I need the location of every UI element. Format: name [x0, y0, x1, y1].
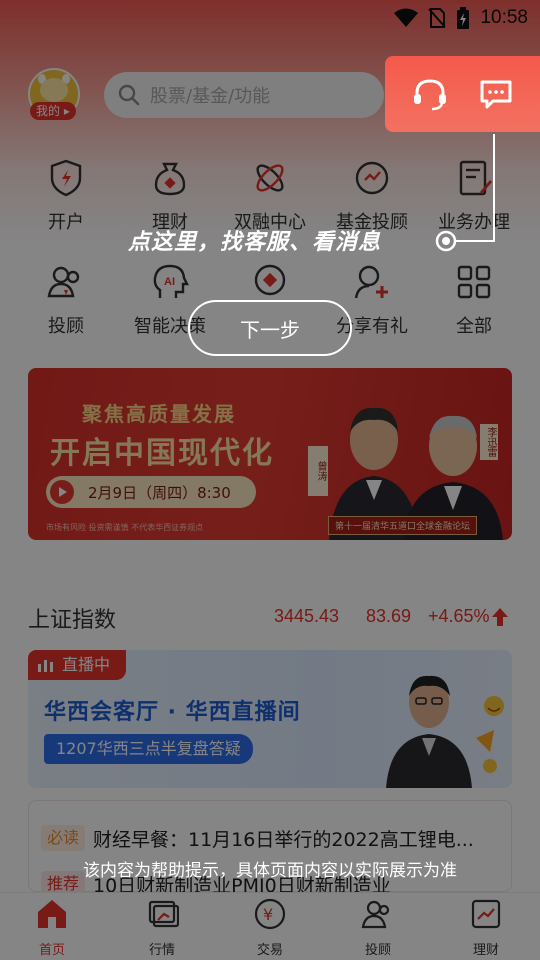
status-bar: 10:58	[0, 0, 540, 36]
grid-item-margin-center[interactable]: 双融中心	[220, 158, 320, 234]
guide-disclaimer: 该内容为帮助提示，具体页面内容以实际展示为准	[83, 861, 457, 881]
highlighted-service-panel[interactable]	[385, 56, 540, 132]
grid-item-advisor[interactable]: 投顾	[16, 262, 116, 338]
svg-text:AI: AI	[164, 276, 175, 288]
search-input[interactable]: 股票/基金/功能	[104, 72, 384, 118]
arrow-up-icon	[492, 608, 508, 626]
my-tag[interactable]: 我的 ▸	[30, 102, 76, 120]
news-item-1[interactable]: 财经早餐：11月16日举行的2022高工锂电...	[93, 825, 474, 852]
grid-item-fund-advisory[interactable]: 基金投顾	[322, 158, 422, 234]
yen-coin-icon: ¥	[254, 898, 286, 930]
nav-home[interactable]: 首页	[12, 897, 92, 958]
play-icon	[50, 480, 74, 504]
banner-date-pill: 2月9日（周四）8:30	[46, 476, 256, 508]
grid-item-wealth[interactable]: 理财	[120, 158, 220, 234]
speaker-name-1: 曾涛	[308, 446, 328, 496]
banner-fine-print: 市场有风险 投资需谨慎 不代表华西证券观点	[46, 523, 204, 532]
nav-wealth[interactable]: 理财	[446, 897, 526, 958]
market-index-row[interactable]: 上证指数 3445.43 83.69 +4.65%	[0, 580, 540, 650]
promo-banner[interactable]: 聚焦高质量发展 开启中国现代化 2月9日（周四）8:30 市场有风险 投资需谨慎…	[28, 368, 512, 540]
index-name: 上证指数	[28, 608, 117, 633]
document-edit-icon	[459, 160, 492, 196]
market-icon	[148, 900, 180, 928]
banner-forum: 第十一届清华五道口全球金融论坛	[328, 516, 478, 535]
shield-lightning-icon	[50, 159, 82, 197]
battery-icon	[457, 7, 470, 29]
wifi-icon	[394, 8, 419, 27]
host-photo	[386, 675, 472, 788]
diamond-icon	[254, 264, 286, 296]
index-change: 83.69	[366, 606, 412, 626]
search-icon	[118, 84, 140, 106]
status-time: 10:58	[480, 7, 528, 28]
svg-text:¥: ¥	[263, 905, 273, 924]
banner-headline-big: 开启中国现代化	[50, 436, 274, 471]
grid-item-all[interactable]: 全部	[424, 262, 524, 338]
app-screen: 10:58 我的 ▸ 股票/基金/功能 开户 理财 双融中心 基金投顾 业务办理…	[0, 0, 540, 960]
live-bars-icon	[38, 660, 53, 672]
next-step-button[interactable]: 下一步	[188, 300, 352, 356]
index-percent: +4.65%	[428, 606, 490, 626]
home-icon	[38, 900, 66, 928]
grid-item-open-account[interactable]: 开户	[16, 158, 116, 234]
guide-tip-text: 点这里，找客服、看消息	[128, 230, 382, 255]
customer-service-icon[interactable]	[412, 77, 448, 111]
fund-icon	[355, 161, 389, 195]
orbit-icon	[256, 164, 284, 192]
nav-trade[interactable]: ¥ 交易	[230, 897, 310, 958]
live-subtitle: 1207华西三点半复盘答疑	[44, 734, 253, 764]
bottom-nav: 首页 行情 ¥ 交易 投顾 理财	[0, 892, 540, 960]
live-stream-card[interactable]: 直播中 华西会客厅 · 华西直播间 1207华西三点半复盘答疑	[28, 650, 512, 788]
live-title: 华西会客厅 · 华西直播间	[44, 700, 301, 725]
grid-all-icon	[457, 265, 491, 299]
money-bag-icon	[154, 162, 186, 196]
no-sim-icon	[428, 8, 447, 28]
index-price: 3445.43	[274, 606, 340, 626]
nav-market[interactable]: 行情	[122, 897, 202, 958]
advisor-icon	[47, 266, 80, 298]
emoji-decoration	[476, 696, 504, 773]
banner-headline-small: 聚焦高质量发展	[82, 402, 236, 426]
message-icon[interactable]	[479, 79, 513, 109]
ai-head-icon: AI	[153, 264, 189, 298]
nav-advisor[interactable]: 投顾	[338, 897, 418, 958]
advisor-icon	[361, 900, 390, 929]
share-user-icon	[354, 265, 388, 299]
tag-must-read: 必读	[41, 825, 86, 851]
wealth-chart-icon	[471, 899, 501, 929]
speaker-name-2: 李迅雷	[480, 424, 498, 460]
search-placeholder: 股票/基金/功能	[150, 86, 271, 107]
grid-item-business[interactable]: 业务办理	[424, 158, 524, 234]
live-badge: 直播中	[28, 650, 126, 680]
